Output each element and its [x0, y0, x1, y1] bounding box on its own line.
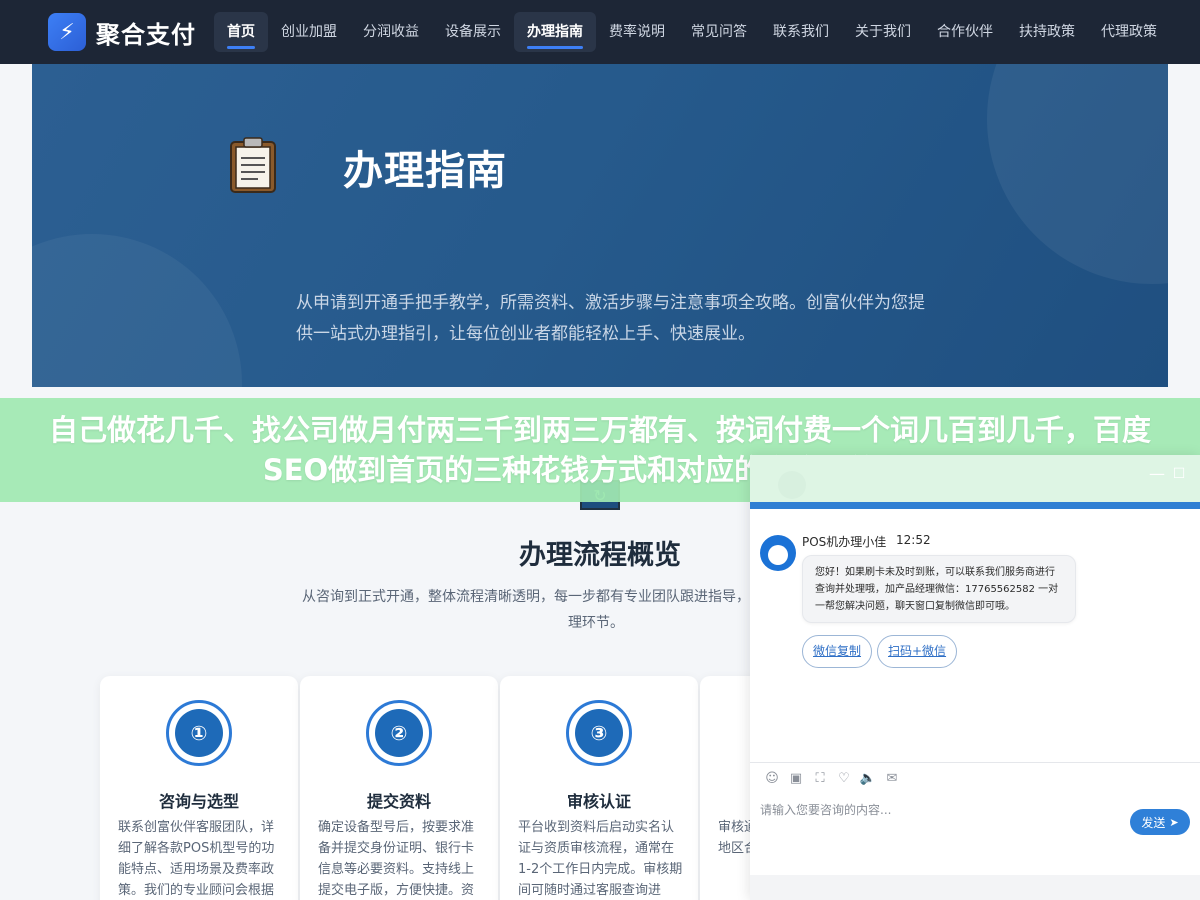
step-number-badge: ①	[166, 700, 232, 766]
chat-message-bubble: 您好！如果刷卡未及时到账，可以联系我们服务商进行查询并处理哦，加产品经理微信：1…	[802, 555, 1076, 623]
top-navbar: ⚡ 聚合支付 首页 创业加盟 分润收益 设备展示 办理指南 费率说明 常见问答 …	[0, 0, 1200, 64]
step-card: ① 咨询与选型 联系创富伙伴客服团队，详细了解各款POS机型号的功能特点、适用场…	[100, 676, 298, 900]
send-label: 发送	[1141, 815, 1166, 830]
step-number-badge: ③	[566, 700, 632, 766]
step-number: ①	[175, 709, 223, 757]
agent-avatar	[760, 535, 796, 571]
copy-wechat-button[interactable]: 微信复制	[802, 635, 873, 668]
chat-icon[interactable]: ✉	[880, 771, 904, 786]
nav-item-faq[interactable]: 常见问答	[678, 12, 760, 52]
scan-wechat-button[interactable]: 扫码+微信	[877, 635, 958, 668]
maximize-icon[interactable]: ☐	[1170, 465, 1188, 483]
nav-item-franchise[interactable]: 创业加盟	[268, 12, 350, 52]
screenshot-icon[interactable]: ⛶	[808, 771, 832, 786]
message-time: 12:52	[896, 533, 931, 547]
chat-header[interactable]: — ☐	[750, 455, 1200, 509]
nav-item-devices[interactable]: 设备展示	[432, 12, 514, 52]
nav-item-support-policy[interactable]: 扶持政策	[1006, 12, 1088, 52]
mute-icon[interactable]: 🔈	[856, 771, 880, 786]
main-nav: 首页 创业加盟 分润收益 设备展示 办理指南 费率说明 常见问答 联系我们 关于…	[214, 12, 1170, 52]
send-button[interactable]: 发送 ➤	[1130, 809, 1190, 835]
emoji-icon[interactable]: ☺	[760, 771, 784, 786]
nav-item-guide[interactable]: 办理指南	[514, 12, 596, 52]
step-title: 提交资料	[366, 792, 431, 811]
hero-description: 从申请到开通手把手教学，所需资料、激活步骤与注意事项全攻略。创富伙伴为您提供一站…	[296, 293, 925, 344]
step-card: ② 提交资料 确定设备型号后，按要求准备并提交身份证明、银行卡信息等必要资料。支…	[300, 676, 498, 900]
lightning-icon: ⚡	[48, 13, 86, 51]
like-icon[interactable]: ♡	[832, 771, 856, 786]
section-title: 办理流程概览	[519, 540, 681, 571]
clipboard-icon	[230, 137, 276, 193]
step-number-badge: ②	[366, 700, 432, 766]
nav-item-profit[interactable]: 分润收益	[350, 12, 432, 52]
send-arrow-icon: ➤	[1169, 815, 1179, 829]
step-number: ③	[575, 709, 623, 757]
chat-footer	[750, 875, 1200, 900]
hero-banner: 办理指南 从申请到开通手把手教学，所需资料、激活步骤与注意事项全攻略。创富伙伴为…	[32, 64, 1168, 387]
chat-message-input[interactable]	[760, 799, 1120, 821]
image-icon[interactable]: ▣	[784, 771, 808, 786]
nav-item-about[interactable]: 关于我们	[842, 12, 924, 52]
step-text: 平台收到资料后启动实名认证与资质审核流程，通常在1-2个工作日内完成。审核期间可…	[518, 820, 683, 898]
step-card: ③ 审核认证 平台收到资料后启动实名认证与资质审核流程，通常在1-2个工作日内完…	[500, 676, 698, 900]
minimize-icon[interactable]: —	[1148, 465, 1166, 483]
step-text: 联系创富伙伴客服团队，详细了解各款POS机型号的功能特点、适用场景及费率政策。我…	[118, 820, 275, 898]
chat-toolbar: ☺ ▣ ⛶ ♡ 🔈 ✉	[750, 762, 1200, 794]
step-title: 咨询与选型	[158, 792, 239, 811]
step-number: ②	[375, 709, 423, 757]
chat-widget: — ☐ POS机办理小佳 12:52 您好！如果刷卡未及时到账，可以联系我们服务…	[750, 455, 1200, 900]
nav-item-agent-policy[interactable]: 代理政策	[1088, 12, 1170, 52]
step-title: 审核认证	[566, 792, 631, 811]
chat-header-avatar	[778, 471, 806, 499]
page-title: 办理指南	[343, 148, 507, 194]
brand-logo[interactable]: ⚡ 聚合支付	[48, 13, 196, 51]
agent-name: POS机办理小佳	[802, 535, 887, 549]
nav-item-home[interactable]: 首页	[214, 12, 268, 52]
nav-item-partners[interactable]: 合作伙伴	[924, 12, 1006, 52]
brand-name: 聚合支付	[96, 20, 196, 49]
hero-decoration	[32, 234, 242, 387]
nav-item-rates[interactable]: 费率说明	[596, 12, 678, 52]
step-text: 确定设备型号后，按要求准备并提交身份证明、银行卡信息等必要资料。支持线上提交电子…	[318, 820, 475, 898]
hero-decoration	[987, 64, 1168, 284]
nav-item-contact[interactable]: 联系我们	[760, 12, 842, 52]
